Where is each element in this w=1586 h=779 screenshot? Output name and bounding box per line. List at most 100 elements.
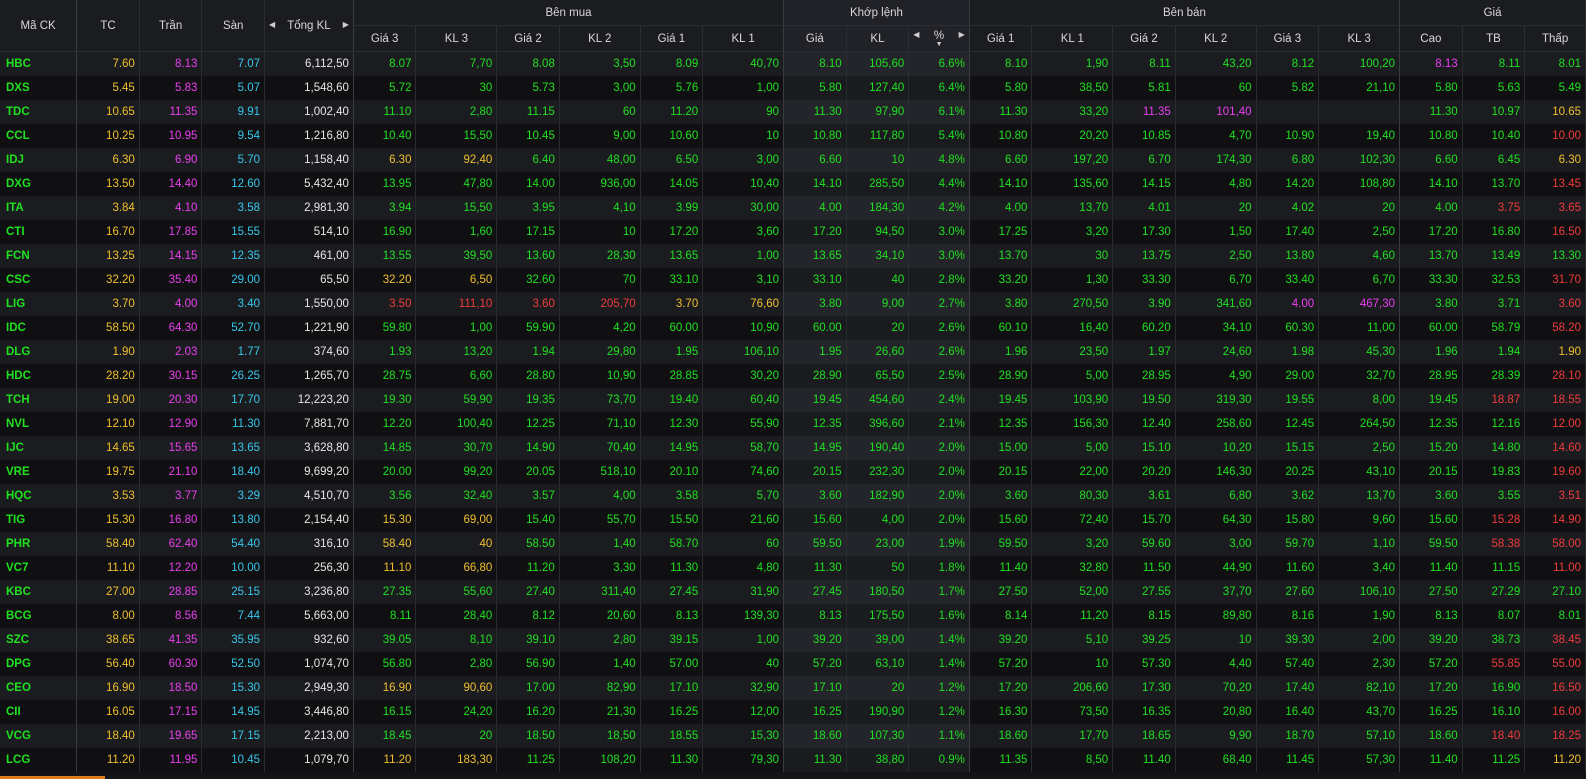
buy-price-3-cell[interactable]: 3.56 [353, 484, 417, 508]
sell-price-3-cell[interactable]: 18.70 [1256, 724, 1320, 748]
buy-price-3-cell[interactable]: 8.11 [353, 604, 417, 628]
table-row[interactable]: CCL 10.25 10.95 9.54 1,216,80 10.40 15,50 10.45… [0, 124, 1586, 148]
buy-price-1-cell[interactable]: 13.65 [640, 244, 704, 268]
sell-price-2-cell[interactable]: 6.70 [1112, 148, 1176, 172]
header-buy-price-3[interactable]: Giá 3 [353, 25, 417, 52]
sell-price-1-cell[interactable]: 17.25 [969, 220, 1033, 244]
sell-price-2-cell[interactable]: 3.90 [1112, 292, 1176, 316]
sell-price-2-cell[interactable]: 11.35 [1112, 100, 1176, 124]
buy-price-2-cell[interactable]: 19.35 [496, 388, 560, 412]
sell-price-1-cell[interactable]: 27.50 [969, 580, 1033, 604]
buy-price-2-cell[interactable]: 13.60 [496, 244, 560, 268]
buy-price-2-cell[interactable]: 8.08 [496, 51, 560, 76]
buy-price-1-cell[interactable]: 5.76 [640, 76, 704, 100]
buy-price-3-cell[interactable]: 27.35 [353, 580, 417, 604]
buy-price-3-cell[interactable]: 10.40 [353, 124, 417, 148]
buy-price-3-cell[interactable]: 59.80 [353, 316, 417, 340]
symbol-cell[interactable]: KBC [0, 580, 78, 604]
table-row[interactable]: PHR 58.40 62.40 54.40 316,10 58.40 40 58.50 1,40… [0, 532, 1586, 556]
buy-price-2-cell[interactable]: 27.40 [496, 580, 560, 604]
caret-left-icon[interactable]: ◀ [913, 30, 919, 39]
buy-price-2-cell[interactable]: 58.50 [496, 532, 560, 556]
buy-price-3-cell[interactable]: 56.80 [353, 652, 417, 676]
buy-price-1-cell[interactable]: 3.70 [640, 292, 704, 316]
header-buy-vol-3[interactable]: KL 3 [415, 25, 498, 52]
table-row[interactable]: HBC 7.60 8.13 7.07 6,112,50 8.07 7,70 8.08 3,50 8… [0, 51, 1586, 76]
table-row[interactable]: LCG 11.20 11.95 10.45 1,079,70 11.20 183,30 11.… [0, 748, 1586, 772]
sell-price-2-cell[interactable]: 1.97 [1112, 340, 1176, 364]
header-match-pct[interactable]: ◀ % ▶ ▼ [908, 25, 970, 52]
caret-right-icon[interactable]: ▶ [959, 30, 965, 39]
header-sell-price-2[interactable]: Giá 2 [1112, 25, 1176, 52]
sell-price-1-cell[interactable]: 11.40 [969, 556, 1033, 580]
sell-price-1-cell[interactable]: 11.35 [969, 748, 1033, 772]
table-row[interactable]: IDC 58.50 64.30 52.70 1,221,90 59.80 1,00 59.90… [0, 316, 1586, 340]
buy-price-1-cell[interactable]: 15.50 [640, 508, 704, 532]
table-row[interactable]: NVL 12.10 12.90 11.30 7,881,70 12.20 100,40 12.… [0, 412, 1586, 436]
buy-price-1-cell[interactable]: 60.00 [640, 316, 704, 340]
header-high[interactable]: Cao [1399, 25, 1463, 52]
sell-price-2-cell[interactable]: 15.70 [1112, 508, 1176, 532]
sell-price-3-cell[interactable]: 13.80 [1256, 244, 1320, 268]
buy-price-2-cell[interactable]: 3.57 [496, 484, 560, 508]
sell-price-1-cell[interactable]: 57.20 [969, 652, 1033, 676]
symbol-cell[interactable]: ITA [0, 196, 78, 220]
table-row[interactable]: BCG 8.00 8.56 7.44 5,663,00 8.11 28,40 8.12 20,6… [0, 604, 1586, 628]
sell-price-3-cell[interactable]: 39.30 [1256, 628, 1320, 652]
sell-price-1-cell[interactable]: 28.90 [969, 364, 1033, 388]
buy-price-1-cell[interactable]: 28.85 [640, 364, 704, 388]
header-match-price[interactable]: Giá [783, 25, 847, 52]
buy-price-1-cell[interactable]: 14.95 [640, 436, 704, 460]
symbol-cell[interactable]: NVL [0, 412, 78, 436]
table-row[interactable]: DPG 56.40 60.30 52.50 1,074,70 56.80 2,80 56.90… [0, 652, 1586, 676]
symbol-cell[interactable]: CEO [0, 676, 78, 700]
symbol-cell[interactable]: PHR [0, 532, 78, 556]
buy-price-1-cell[interactable]: 58.70 [640, 532, 704, 556]
buy-price-1-cell[interactable]: 27.45 [640, 580, 704, 604]
sell-price-1-cell[interactable]: 4.00 [969, 196, 1033, 220]
table-row[interactable]: ITA 3.84 4.10 3.58 2,981,30 3.94 15,50 3.95 4,10… [0, 196, 1586, 220]
header-buy-vol-1[interactable]: KL 1 [702, 25, 785, 52]
table-row[interactable]: DXS 5.45 5.83 5.07 1,548,60 5.72 30 5.73 3,00 5.7… [0, 76, 1586, 100]
header-ref[interactable]: TC [76, 0, 140, 52]
sell-price-3-cell[interactable]: 5.82 [1256, 76, 1320, 100]
buy-price-3-cell[interactable]: 13.95 [353, 172, 417, 196]
header-avg[interactable]: TB [1462, 25, 1526, 52]
buy-price-2-cell[interactable]: 12.25 [496, 412, 560, 436]
buy-price-2-cell[interactable]: 3.60 [496, 292, 560, 316]
buy-price-2-cell[interactable]: 1.94 [496, 340, 560, 364]
sell-price-1-cell[interactable]: 6.60 [969, 148, 1033, 172]
table-row[interactable]: IDJ 6.30 6.90 5.70 1,158,40 6.30 92,40 6.40 48,0… [0, 148, 1586, 172]
buy-price-1-cell[interactable]: 6.50 [640, 148, 704, 172]
sell-price-2-cell[interactable]: 8.15 [1112, 604, 1176, 628]
sell-price-2-cell[interactable]: 14.15 [1112, 172, 1176, 196]
sell-price-2-cell[interactable]: 19.50 [1112, 388, 1176, 412]
buy-price-1-cell[interactable]: 20.10 [640, 460, 704, 484]
symbol-cell[interactable]: CTI [0, 220, 78, 244]
header-match-vol[interactable]: KL [846, 25, 910, 52]
sell-price-1-cell[interactable]: 15.60 [969, 508, 1033, 532]
symbol-cell[interactable]: DPG [0, 652, 78, 676]
sell-price-2-cell[interactable]: 5.81 [1112, 76, 1176, 100]
sell-price-3-cell[interactable]: 33.40 [1256, 268, 1320, 292]
sell-price-2-cell[interactable]: 11.50 [1112, 556, 1176, 580]
buy-price-1-cell[interactable]: 57.00 [640, 652, 704, 676]
sell-price-1-cell[interactable]: 16.30 [969, 700, 1033, 724]
table-row[interactable]: FCN 13.25 14.15 12.35 461,00 13.55 39,50 13.60 2… [0, 244, 1586, 268]
sell-price-2-cell[interactable]: 18.65 [1112, 724, 1176, 748]
symbol-cell[interactable]: DLG [0, 340, 78, 364]
table-row[interactable]: HQC 3.53 3.77 3.29 4,510,70 3.56 32,40 3.57 4,00… [0, 484, 1586, 508]
buy-price-2-cell[interactable]: 11.20 [496, 556, 560, 580]
sell-price-2-cell[interactable]: 60.20 [1112, 316, 1176, 340]
header-ceil[interactable]: Trần [139, 0, 203, 52]
sell-price-2-cell[interactable]: 13.75 [1112, 244, 1176, 268]
sell-price-2-cell[interactable]: 11.40 [1112, 748, 1176, 772]
sell-price-3-cell[interactable]: 11.60 [1256, 556, 1320, 580]
sell-price-1-cell[interactable]: 1.96 [969, 340, 1033, 364]
header-symbol[interactable]: Mã CK [0, 0, 78, 52]
buy-price-3-cell[interactable]: 11.10 [353, 100, 417, 124]
buy-price-1-cell[interactable]: 16.25 [640, 700, 704, 724]
sell-price-3-cell[interactable]: 8.16 [1256, 604, 1320, 628]
buy-price-3-cell[interactable]: 3.50 [353, 292, 417, 316]
symbol-cell[interactable]: HQC [0, 484, 78, 508]
